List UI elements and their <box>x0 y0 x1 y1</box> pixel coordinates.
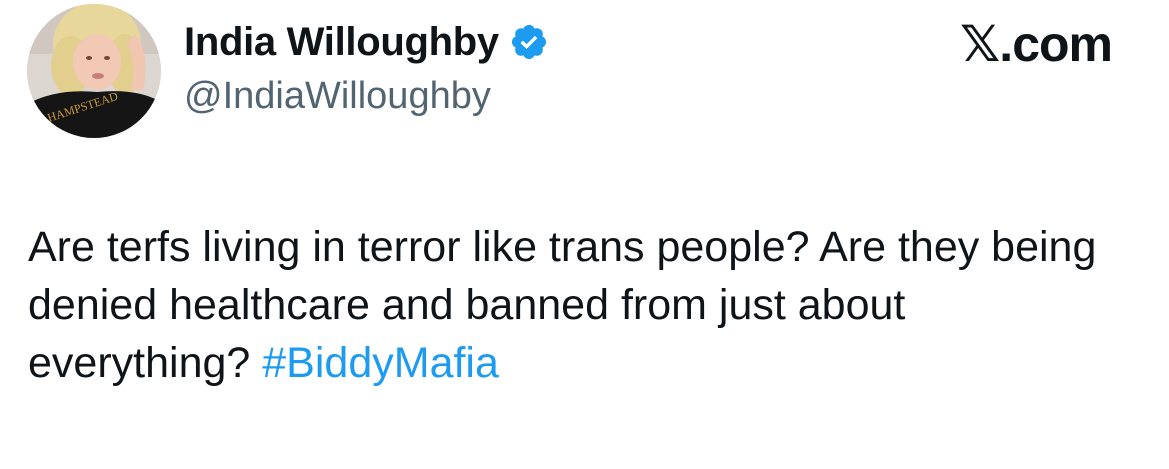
author-handle[interactable]: @IndiaWilloughby <box>184 72 491 120</box>
author-display-name[interactable]: India Willoughby <box>184 16 499 68</box>
avatar[interactable]: HAMPSTEAD <box>27 4 161 138</box>
tweet-body: Are terfs living in terror like trans pe… <box>28 223 1097 387</box>
hashtag-link[interactable]: #BiddyMafia <box>262 339 499 387</box>
author-name-row[interactable]: India Willoughby <box>184 16 549 68</box>
avatar-image: HAMPSTEAD <box>27 4 161 138</box>
verified-badge-icon <box>509 22 549 62</box>
x-logo: 𝕏.com <box>960 16 1113 72</box>
tweet-text: Are terfs living in terror like trans pe… <box>28 218 1138 392</box>
